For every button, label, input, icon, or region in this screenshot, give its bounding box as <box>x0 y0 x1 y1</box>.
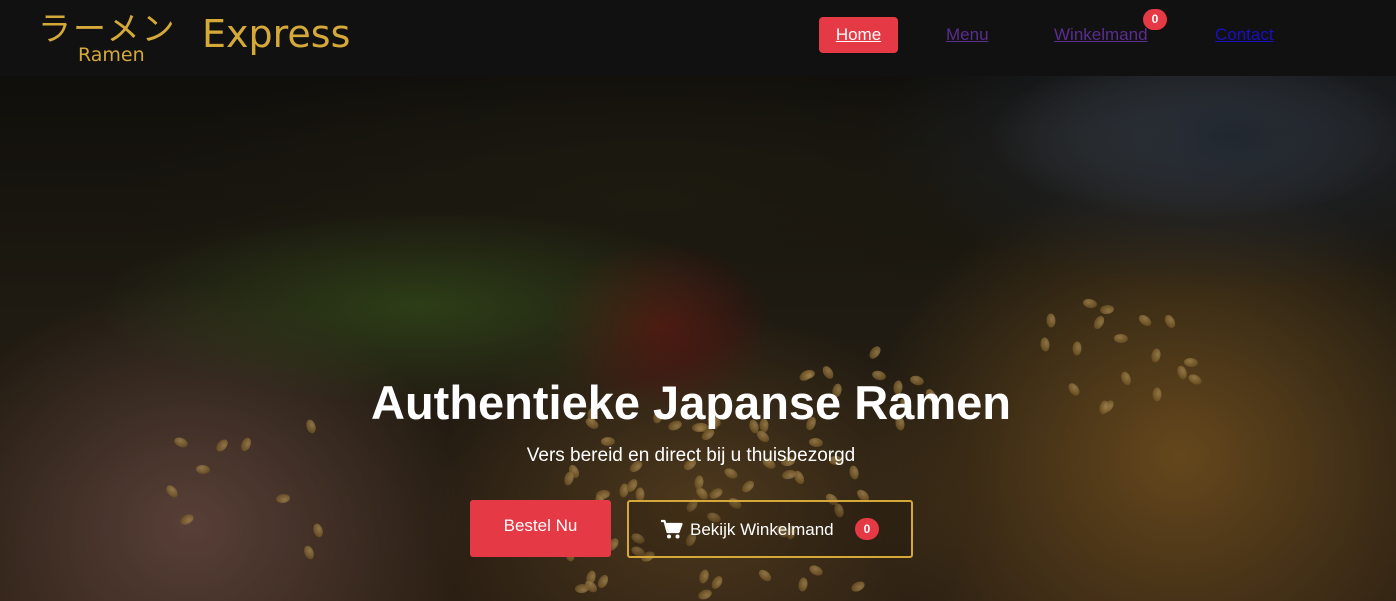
order-now-button[interactable]: Bestel Nu <box>470 500 611 557</box>
logo-japanese-text: ラーメン <box>38 9 177 48</box>
site-header: ラーメン Ramen Express Home Menu Winkelmand … <box>0 0 1396 76</box>
hero-subtitle: Vers bereid en direct bij u thuisbezorgd <box>526 445 856 466</box>
nav-menu-link[interactable]: Menu <box>946 17 989 53</box>
logo-name: Express <box>202 12 351 56</box>
nav-cart-link[interactable]: Winkelmand <box>1054 17 1148 53</box>
nav-cart-count-badge: 0 <box>1143 9 1167 30</box>
view-cart-button[interactable]: Bekijk Winkelmand 0 <box>627 500 913 558</box>
cart-count-badge: 0 <box>855 518 879 540</box>
view-cart-label: Bekijk Winkelmand <box>690 520 834 539</box>
nav-home-link[interactable]: Home <box>819 17 898 53</box>
hero-title: Authentieke Japanse Ramen <box>371 376 1011 429</box>
logo-subtitle: Ramen <box>78 44 145 66</box>
nav-contact-link[interactable]: Contact <box>1215 17 1274 53</box>
hero-section: Authentieke Japanse Ramen Vers bereid en… <box>0 76 1396 601</box>
shopping-cart-icon <box>661 519 683 539</box>
